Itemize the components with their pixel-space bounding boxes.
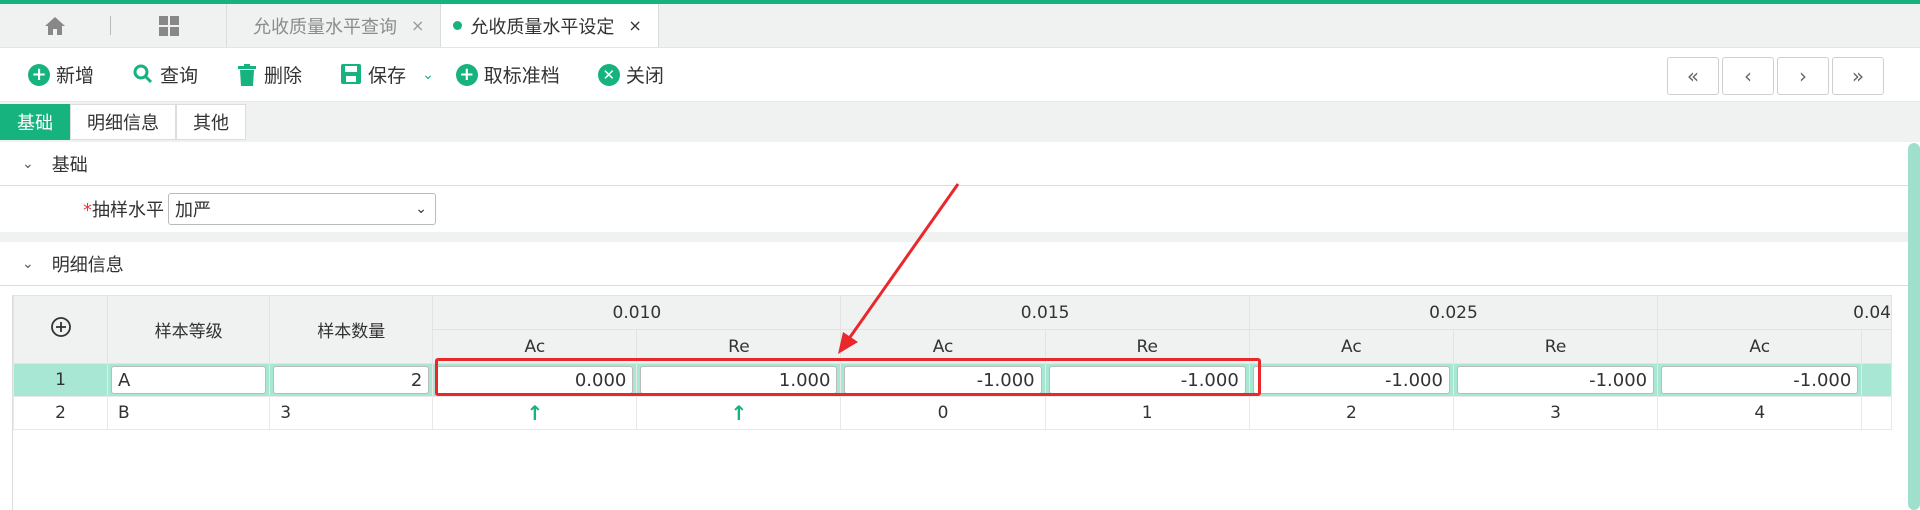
section-detail-header[interactable]: ⌄ 明细信息 bbox=[0, 242, 1920, 286]
qty-cell[interactable]: 2 bbox=[269, 363, 434, 397]
chevron-down-icon: ⌄ bbox=[22, 155, 34, 172]
plus-circle-icon: + bbox=[455, 63, 478, 86]
grade-cell[interactable]: B bbox=[106, 396, 271, 430]
sub-tabs: 基础 明细信息 其他 bbox=[0, 102, 1920, 142]
up-arrow-icon[interactable]: ↑ bbox=[636, 396, 842, 430]
close-icon[interactable]: × bbox=[628, 16, 641, 35]
value-cell[interactable]: -1.000 bbox=[1657, 363, 1863, 397]
last-record-button[interactable]: » bbox=[1832, 57, 1884, 95]
header-sub: Ac bbox=[1657, 329, 1863, 364]
value-input[interactable]: -1.000 bbox=[1456, 366, 1655, 394]
apps-grid-icon[interactable] bbox=[111, 4, 226, 47]
value-cell[interactable]: 3 bbox=[1452, 396, 1659, 430]
query-label: 查询 bbox=[160, 65, 199, 87]
chevron-down-icon: ⌄ bbox=[415, 201, 427, 217]
header-sample-grade[interactable]: 样本等级 bbox=[106, 295, 271, 364]
header-group: 0.04 bbox=[1657, 295, 1892, 330]
subtab-other[interactable]: 其他 bbox=[176, 104, 246, 140]
record-navigation: « ‹ › » bbox=[1664, 57, 1884, 95]
sampling-level-label: *抽样水平 bbox=[83, 200, 164, 221]
close-icon[interactable]: × bbox=[411, 16, 424, 35]
next-record-button[interactable]: › bbox=[1777, 57, 1829, 95]
value-cell[interactable]: -1.000 bbox=[1248, 363, 1454, 397]
prev-record-button[interactable]: ‹ bbox=[1722, 57, 1774, 95]
section-title: 基础 bbox=[51, 154, 88, 176]
cancel-archive-label: 取标准档 bbox=[483, 65, 560, 87]
close-circle-icon: ✕ bbox=[597, 63, 620, 86]
tab-label: 允收质量水平查询 bbox=[253, 16, 397, 38]
close-label: 关闭 bbox=[625, 65, 664, 87]
close-button[interactable]: ✕ 关闭 bbox=[597, 61, 664, 88]
value-cell[interactable]: 2 bbox=[1248, 396, 1454, 430]
value-cell bbox=[1861, 396, 1892, 430]
new-button[interactable]: + 新增 bbox=[28, 61, 94, 88]
toolbar: + 新增 查询 删除 保存 ⌄ + 取标准档 ✕ 关闭 « ‹ › » bbox=[0, 48, 1920, 102]
form-row-sampling-level: *抽样水平 加严 ⌄ bbox=[0, 186, 1920, 232]
add-row-icon[interactable] bbox=[13, 295, 108, 364]
detail-grid: 样本等级 样本数量 0.010 0.015 0.025 0.04 Ac Re A… bbox=[12, 295, 1892, 510]
row-number: 1 bbox=[13, 363, 108, 397]
sampling-level-select[interactable]: 加严 ⌄ bbox=[168, 193, 436, 225]
section-title: 明细信息 bbox=[51, 254, 124, 276]
cancel-archive-button[interactable]: + 取标准档 bbox=[455, 61, 560, 88]
active-dot-icon bbox=[453, 21, 463, 30]
header-sub bbox=[1861, 329, 1892, 364]
value-input[interactable]: -1.000 bbox=[1661, 366, 1859, 394]
header-sub: Re bbox=[1452, 329, 1659, 364]
gap bbox=[0, 232, 1920, 242]
value-cell[interactable]: 4 bbox=[1657, 396, 1863, 430]
tab-label: 允收质量水平设定 bbox=[470, 16, 615, 38]
header-sub: Ac bbox=[1248, 329, 1454, 364]
search-icon bbox=[132, 64, 154, 86]
subtab-detail[interactable]: 明细信息 bbox=[70, 104, 176, 140]
vertical-scrollbar[interactable] bbox=[1908, 143, 1920, 510]
home-icon[interactable] bbox=[0, 4, 110, 47]
section-basic-header[interactable]: ⌄ 基础 bbox=[0, 142, 1920, 186]
chevron-down-icon: ⌄ bbox=[22, 255, 34, 272]
value-cell bbox=[1861, 363, 1892, 397]
table-row[interactable]: 2 B 3 ↑ ↑ 0 1 2 3 4 bbox=[13, 396, 1892, 430]
save-icon bbox=[340, 63, 362, 86]
header-group: 0.025 bbox=[1248, 295, 1659, 330]
header-group: 0.010 bbox=[432, 295, 842, 330]
qty-input[interactable]: 2 bbox=[273, 366, 430, 394]
up-arrow-icon[interactable]: ↑ bbox=[432, 396, 638, 430]
value-cell[interactable]: 1 bbox=[1044, 396, 1250, 430]
value-input[interactable]: -1.000 bbox=[1252, 366, 1450, 394]
tab-aql-setting[interactable]: 允收质量水平设定 × bbox=[441, 4, 659, 47]
grade-input[interactable]: A bbox=[111, 366, 267, 394]
grade-cell[interactable]: A bbox=[106, 363, 271, 397]
query-button[interactable]: 查询 bbox=[132, 61, 198, 88]
save-label: 保存 bbox=[368, 65, 407, 87]
header-group: 0.015 bbox=[840, 295, 1250, 330]
save-button[interactable]: 保存 ⌄ bbox=[340, 61, 434, 88]
trash-icon bbox=[236, 63, 258, 86]
new-label: 新增 bbox=[56, 65, 95, 87]
subtab-basic[interactable]: 基础 bbox=[0, 104, 70, 140]
header-sample-qty[interactable]: 样本数量 bbox=[269, 295, 434, 364]
value-cell[interactable]: -1.000 bbox=[1452, 363, 1659, 397]
select-value: 加严 bbox=[175, 200, 211, 221]
value-cell[interactable]: 0 bbox=[840, 396, 1046, 430]
red-highlight-box bbox=[435, 358, 1261, 396]
delete-button[interactable]: 删除 bbox=[236, 61, 302, 88]
chevron-down-icon[interactable]: ⌄ bbox=[422, 67, 434, 83]
plus-circle-icon: + bbox=[28, 63, 50, 86]
qty-cell[interactable]: 3 bbox=[269, 396, 434, 430]
first-record-button[interactable]: « bbox=[1667, 57, 1719, 95]
delete-label: 删除 bbox=[264, 65, 303, 87]
tab-bar: 允收质量水平查询 × 允收质量水平设定 × bbox=[0, 4, 1920, 48]
row-number: 2 bbox=[13, 396, 108, 430]
tab-aql-query[interactable]: 允收质量水平查询 × bbox=[227, 4, 442, 47]
